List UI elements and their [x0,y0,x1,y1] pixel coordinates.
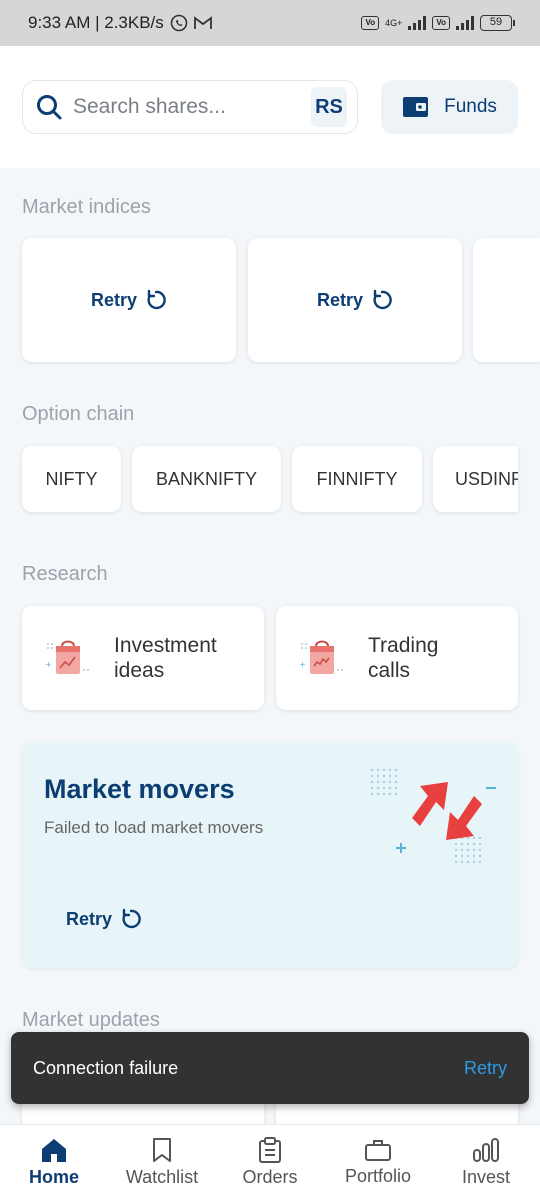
research-card-investment-ideas[interactable]: + Investment ideas [22,606,264,710]
refresh-icon [147,289,166,310]
index-retry-button[interactable]: Retry [248,238,462,362]
retry-label: Retry [66,908,113,929]
market-movers-card: Market movers Failed to load market move… [22,742,518,968]
clipboard-icon [259,1137,281,1163]
status-bar: 9:33 AM | 2.3KB/s Vo 4G+ Vo 59 [0,0,540,46]
home-icon [42,1139,66,1162]
research-label-line1: Trading [368,634,439,657]
battery-level: 59 [489,16,503,28]
market-movers-error: Failed to load market movers [44,818,264,837]
option-chip-banknifty[interactable]: BANKNIFTY [132,446,281,512]
index-retry-button[interactable]: Retry [22,238,236,362]
nav-invest[interactable]: Invest [432,1125,540,1200]
svg-text:+: + [299,660,306,669]
search-input[interactable]: Search shares... [73,95,311,119]
nav-label: Watchlist [125,1167,199,1187]
retry-label: Retry [316,289,364,310]
battery-icon: 59 [480,15,515,31]
search-icon [37,95,62,120]
up-down-arrows-icon [370,768,496,864]
refresh-icon [122,908,141,929]
avatar[interactable]: RS [311,87,347,127]
nav-home[interactable]: Home [0,1125,108,1200]
nav-label: Home [28,1167,79,1187]
nav-label: Portfolio [344,1166,412,1186]
index-card: Retry [22,238,236,362]
option-chip-nifty[interactable]: NIFTY [22,446,121,512]
status-time-speed: 9:33 AM | 2.3KB/s [28,13,164,32]
section-title-market-indices: Market indices [22,196,151,218]
bottom-nav: Home Watchlist Orders Portfolio Invest [0,1124,540,1200]
refresh-icon [373,289,392,310]
wallet-icon [403,97,429,117]
svg-text:+: + [45,660,52,669]
market-movers-retry-button[interactable]: Retry [66,908,142,930]
section-title-market-updates: Market updates [22,1009,160,1031]
index-card: Retry [248,238,462,362]
shopping-bag-icon: + [299,640,343,674]
top-header: Search shares... RS Funds [0,46,540,168]
toast-message: Connection failure [33,1057,179,1078]
research-label-line2: ideas [114,659,165,682]
signal-icon [408,16,427,30]
funds-label: Funds [444,96,497,117]
connection-toast: Connection failure Retry [11,1032,529,1104]
option-chip-finnifty[interactable]: FINNIFTY [292,446,422,512]
research-label-line1: Investment [114,634,217,657]
whatsapp-icon [170,14,188,32]
section-title-research: Research [22,563,108,585]
network-4g-label: 4G+ [385,17,403,28]
gmail-icon [193,16,212,29]
nav-label: Orders [242,1167,298,1187]
nav-portfolio[interactable]: Portfolio [324,1125,432,1200]
index-card-partial[interactable] [473,238,540,362]
market-movers-title: Market movers [44,774,235,804]
volte-icon: Vo [361,16,380,30]
nav-watchlist[interactable]: Watchlist [108,1125,216,1200]
volte-icon-2: Vo [432,16,450,30]
signal-icon-2 [456,16,474,30]
shopping-bag-icon: + [45,640,89,674]
option-chip-usdinr[interactable]: USDINR [433,446,518,512]
section-title-option-chain: Option chain [22,403,135,425]
bar-chart-icon [473,1138,499,1162]
research-label-line2: calls [368,659,411,682]
research-card-trading-calls[interactable]: + Trading calls [276,606,518,710]
retry-label: Retry [90,289,138,310]
briefcase-icon [365,1140,391,1161]
toast-retry-button[interactable]: Retry [464,1058,507,1079]
search-bar[interactable]: Search shares... RS [22,80,358,134]
nav-orders[interactable]: Orders [216,1125,324,1200]
bookmark-icon [153,1138,171,1162]
funds-button[interactable]: Funds [381,80,518,134]
nav-label: Invest [461,1167,511,1187]
